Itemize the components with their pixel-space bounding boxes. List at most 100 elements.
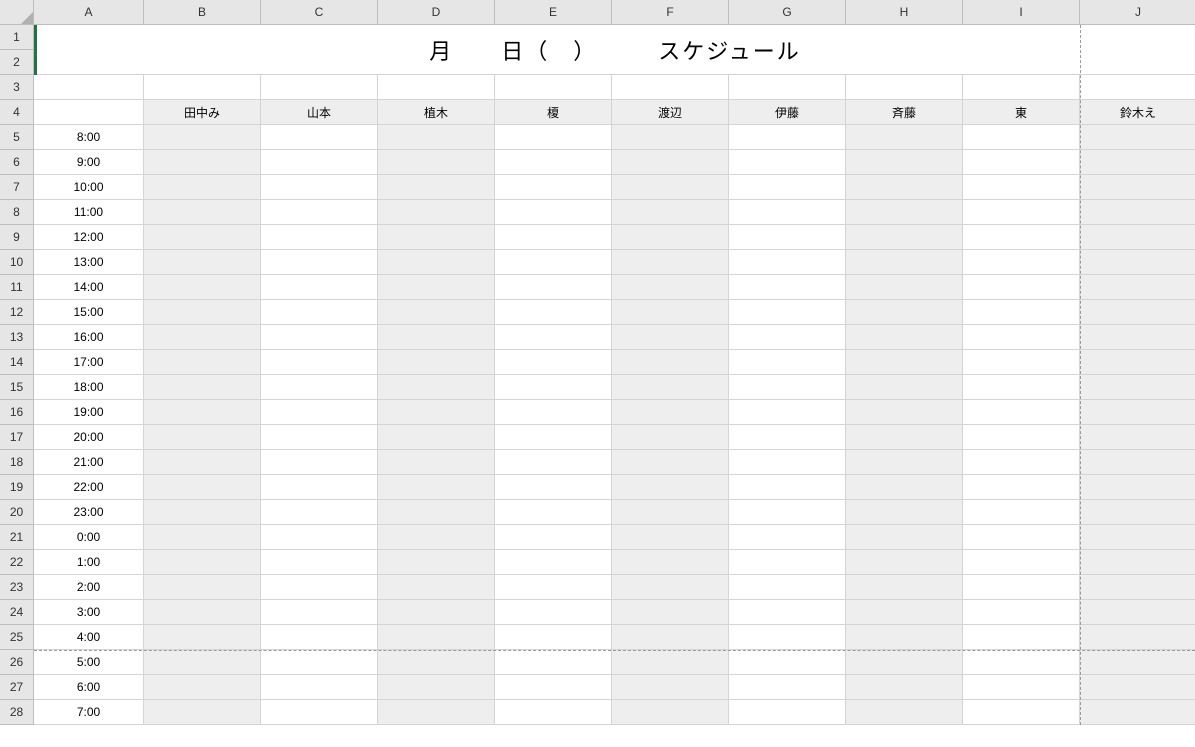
- time-label-14[interactable]: 22:00: [34, 475, 144, 500]
- schedule-cell[interactable]: [1080, 475, 1195, 500]
- schedule-cell[interactable]: [1080, 200, 1195, 225]
- time-label-16[interactable]: 0:00: [34, 525, 144, 550]
- schedule-cell[interactable]: [612, 325, 729, 350]
- schedule-cell[interactable]: [144, 625, 261, 650]
- person-header-4[interactable]: 渡辺: [612, 100, 729, 125]
- schedule-cell[interactable]: [963, 125, 1080, 150]
- schedule-cell[interactable]: [729, 300, 846, 325]
- schedule-cell[interactable]: [261, 150, 378, 175]
- cell-I3[interactable]: [963, 75, 1080, 100]
- schedule-cell[interactable]: [729, 550, 846, 575]
- schedule-cell[interactable]: [846, 125, 963, 150]
- schedule-cell[interactable]: [1080, 225, 1195, 250]
- row-header-10[interactable]: 10: [0, 250, 34, 275]
- schedule-cell[interactable]: [963, 350, 1080, 375]
- schedule-cell[interactable]: [729, 275, 846, 300]
- schedule-cell[interactable]: [963, 200, 1080, 225]
- schedule-cell[interactable]: [261, 200, 378, 225]
- row-header-2[interactable]: 2: [0, 50, 34, 75]
- schedule-cell[interactable]: [729, 200, 846, 225]
- schedule-cell[interactable]: [144, 675, 261, 700]
- schedule-cell[interactable]: [612, 225, 729, 250]
- schedule-cell[interactable]: [846, 450, 963, 475]
- schedule-cell[interactable]: [261, 450, 378, 475]
- spreadsheet-grid[interactable]: ABCDEFGHIJ1月 日（ ） スケジュール234田中み山本植木榎渡辺伊藤斉…: [0, 0, 1195, 725]
- schedule-cell[interactable]: [612, 575, 729, 600]
- schedule-cell[interactable]: [612, 275, 729, 300]
- schedule-cell[interactable]: [144, 250, 261, 275]
- schedule-cell[interactable]: [1080, 500, 1195, 525]
- cell-F3[interactable]: [612, 75, 729, 100]
- schedule-cell[interactable]: [963, 475, 1080, 500]
- time-label-20[interactable]: 4:00: [34, 625, 144, 650]
- schedule-cell[interactable]: [495, 475, 612, 500]
- schedule-cell[interactable]: [144, 550, 261, 575]
- schedule-cell[interactable]: [261, 625, 378, 650]
- schedule-cell[interactable]: [963, 375, 1080, 400]
- schedule-cell[interactable]: [963, 600, 1080, 625]
- schedule-cell[interactable]: [846, 200, 963, 225]
- schedule-cell[interactable]: [963, 400, 1080, 425]
- row-header-15[interactable]: 15: [0, 375, 34, 400]
- schedule-cell[interactable]: [378, 400, 495, 425]
- time-label-7[interactable]: 15:00: [34, 300, 144, 325]
- schedule-cell[interactable]: [612, 450, 729, 475]
- time-label-15[interactable]: 23:00: [34, 500, 144, 525]
- schedule-cell[interactable]: [144, 400, 261, 425]
- schedule-cell[interactable]: [378, 500, 495, 525]
- schedule-cell[interactable]: [378, 675, 495, 700]
- schedule-cell[interactable]: [846, 650, 963, 675]
- schedule-cell[interactable]: [846, 400, 963, 425]
- schedule-cell[interactable]: [1080, 150, 1195, 175]
- schedule-cell[interactable]: [612, 700, 729, 725]
- schedule-cell[interactable]: [1080, 550, 1195, 575]
- schedule-cell[interactable]: [495, 550, 612, 575]
- schedule-cell[interactable]: [1080, 650, 1195, 675]
- schedule-cell[interactable]: [144, 275, 261, 300]
- time-label-13[interactable]: 21:00: [34, 450, 144, 475]
- time-label-23[interactable]: 7:00: [34, 700, 144, 725]
- schedule-cell[interactable]: [612, 675, 729, 700]
- schedule-cell[interactable]: [495, 450, 612, 475]
- schedule-cell[interactable]: [261, 225, 378, 250]
- schedule-cell[interactable]: [261, 375, 378, 400]
- row-header-5[interactable]: 5: [0, 125, 34, 150]
- row-header-9[interactable]: 9: [0, 225, 34, 250]
- schedule-cell[interactable]: [261, 675, 378, 700]
- schedule-cell[interactable]: [729, 125, 846, 150]
- schedule-cell[interactable]: [612, 350, 729, 375]
- schedule-cell[interactable]: [495, 200, 612, 225]
- schedule-cell[interactable]: [495, 675, 612, 700]
- row-header-17[interactable]: 17: [0, 425, 34, 450]
- schedule-cell[interactable]: [1080, 700, 1195, 725]
- row-header-6[interactable]: 6: [0, 150, 34, 175]
- schedule-cell[interactable]: [846, 325, 963, 350]
- time-label-17[interactable]: 1:00: [34, 550, 144, 575]
- schedule-cell[interactable]: [495, 300, 612, 325]
- schedule-cell[interactable]: [495, 250, 612, 275]
- schedule-cell[interactable]: [1080, 450, 1195, 475]
- person-header-5[interactable]: 伊藤: [729, 100, 846, 125]
- schedule-cell[interactable]: [495, 525, 612, 550]
- schedule-cell[interactable]: [612, 125, 729, 150]
- row-header-20[interactable]: 20: [0, 500, 34, 525]
- schedule-cell[interactable]: [144, 375, 261, 400]
- schedule-cell[interactable]: [1080, 325, 1195, 350]
- schedule-cell[interactable]: [378, 300, 495, 325]
- schedule-cell[interactable]: [144, 650, 261, 675]
- schedule-cell[interactable]: [261, 300, 378, 325]
- schedule-cell[interactable]: [378, 125, 495, 150]
- row-header-24[interactable]: 24: [0, 600, 34, 625]
- time-label-3[interactable]: 11:00: [34, 200, 144, 225]
- schedule-cell[interactable]: [495, 375, 612, 400]
- schedule-cell[interactable]: [1080, 425, 1195, 450]
- schedule-title[interactable]: 月 日（ ） スケジュール: [34, 25, 1195, 75]
- time-label-1[interactable]: 9:00: [34, 150, 144, 175]
- row-header-16[interactable]: 16: [0, 400, 34, 425]
- column-header-D[interactable]: D: [378, 0, 495, 25]
- column-header-J[interactable]: J: [1080, 0, 1195, 25]
- cell-G3[interactable]: [729, 75, 846, 100]
- schedule-cell[interactable]: [495, 700, 612, 725]
- schedule-cell[interactable]: [612, 300, 729, 325]
- schedule-cell[interactable]: [846, 525, 963, 550]
